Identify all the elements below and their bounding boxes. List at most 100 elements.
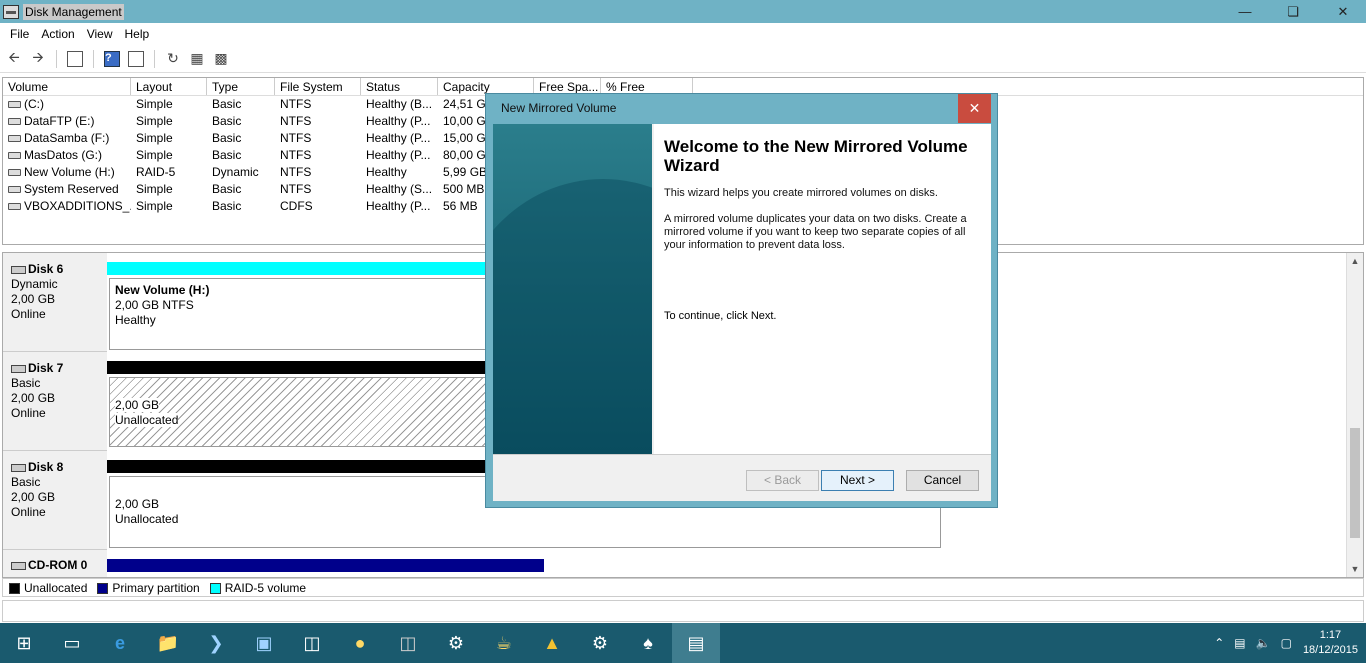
drive-icon	[8, 118, 21, 126]
partition-status: Unallocated	[115, 413, 179, 427]
table-cell: Healthy (P...	[366, 114, 431, 128]
help-icon[interactable]: ?	[102, 49, 122, 69]
column-volume[interactable]: Volume	[3, 78, 131, 95]
hardhat-icon[interactable]: ▲	[528, 623, 576, 663]
next-button[interactable]: Next >	[821, 470, 894, 491]
disk-state: Online	[11, 406, 46, 420]
partition-status: Healthy	[115, 313, 156, 327]
menu-file[interactable]: File	[4, 27, 35, 41]
dialog-title: New Mirrored Volume	[501, 101, 617, 115]
task-view-icon[interactable]: ▭	[48, 623, 96, 663]
animal-app-icon[interactable]: ♠	[624, 623, 672, 663]
table-cell: Basic	[212, 148, 242, 162]
volume-name-cell: New Volume (H:)	[3, 164, 131, 181]
column-status[interactable]: Status	[361, 78, 438, 95]
system-tray: ⌃ ▤ 🔈 ▢ 1:17 18/12/2015	[1209, 623, 1366, 663]
volume-icon[interactable]: 🔈	[1251, 636, 1276, 650]
show-hidden-icons-icon[interactable]: ⌃	[1209, 636, 1229, 650]
column-file-system[interactable]: File System	[275, 78, 361, 95]
scroll-down-icon[interactable]: ▼	[1347, 561, 1363, 577]
disk-size: 2,00 GB	[11, 292, 56, 306]
column-type[interactable]: Type	[207, 78, 275, 95]
taskbar: ⊞ ▭ e 📁 ❯ ▣ ◫ ● ◫ ⚙ ☕ ▲ ⚙ ♠ ▤ ⌃ ▤ 🔈 ▢ 1:…	[0, 623, 1366, 663]
new-mirrored-volume-dialog: New Mirrored Volume ✕ Welcome to the New…	[485, 93, 998, 508]
network-server-icon[interactable]: ◫	[288, 623, 336, 663]
table-cell: Simple	[136, 97, 173, 111]
show-action-pane-icon[interactable]	[126, 49, 146, 69]
disk-6-info[interactable]: Disk 6 Dynamic 2,00 GB Online	[3, 253, 107, 352]
clock[interactable]: 1:17 18/12/2015	[1297, 628, 1366, 658]
refresh-icon[interactable]: ↻	[163, 49, 183, 69]
action-center-icon[interactable]: ▢	[1276, 636, 1297, 650]
powershell-icon[interactable]: ❯	[192, 623, 240, 663]
partition-status: Unallocated	[115, 512, 179, 526]
table-cell: Healthy (P...	[366, 131, 431, 145]
back-arrow-icon[interactable]: 🡨	[4, 49, 24, 69]
start-windows-icon[interactable]: ⊞	[0, 623, 48, 663]
disk-type: Basic	[11, 376, 41, 390]
maximize-button[interactable]: ❏	[1270, 0, 1316, 23]
menu-help[interactable]: Help	[119, 27, 156, 41]
disk-icon	[11, 364, 26, 373]
edge-browser-icon[interactable]: e	[96, 623, 144, 663]
table-cell: Basic	[212, 114, 242, 128]
disk-type: Basic	[11, 475, 41, 489]
menu-view[interactable]: View	[81, 27, 119, 41]
scroll-up-icon[interactable]: ▲	[1347, 253, 1363, 269]
rescan-disks-icon[interactable]: ▦	[187, 49, 207, 69]
show-hide-console-icon[interactable]	[65, 49, 85, 69]
disk-management-taskbar-icon[interactable]: ▤	[672, 623, 720, 663]
disk-8-info[interactable]: Disk 8 Basic 2,00 GB Online	[3, 451, 107, 550]
title-bar: Disk Management — ❏ ✕	[0, 0, 1366, 23]
partition-unallocated-disk7[interactable]: 2,00 GB Unallocated	[109, 377, 489, 447]
column-layout[interactable]: Layout	[131, 78, 207, 95]
server-manager-icon[interactable]: ▣	[240, 623, 288, 663]
table-cell: NTFS	[280, 114, 312, 128]
properties-icon[interactable]: ▩	[211, 49, 231, 69]
settings-gear-icon[interactable]: ⚙	[576, 623, 624, 663]
toolbar-divider	[56, 49, 57, 68]
database-icon[interactable]: ◫	[384, 623, 432, 663]
table-cell: CDFS	[280, 199, 313, 213]
clock-time: 1:17	[1319, 629, 1342, 641]
window-title: Disk Management	[23, 3, 124, 20]
disk-size: 2,00 GB	[11, 490, 56, 504]
disk-7-info[interactable]: Disk 7 Basic 2,00 GB Online	[3, 352, 107, 451]
minimize-button[interactable]: —	[1222, 0, 1268, 23]
clock-date: 18/12/2015	[1302, 644, 1358, 656]
partition-size: 2,00 GB	[115, 497, 160, 511]
table-cell: Healthy (P...	[366, 148, 431, 162]
cancel-button[interactable]: Cancel	[906, 470, 979, 491]
unallocated-bar	[107, 361, 487, 374]
partition-new-volume-h[interactable]: New Volume (H:) 2,00 GB NTFS Healthy	[109, 278, 489, 350]
wizard-intro-text: This wizard helps you create mirrored vo…	[664, 187, 938, 199]
drive-icon	[8, 203, 21, 211]
file-explorer-icon[interactable]: 📁	[144, 623, 192, 663]
table-cell: NTFS	[280, 97, 312, 111]
table-cell: Healthy	[366, 165, 407, 179]
table-cell: NTFS	[280, 131, 312, 145]
services-gears-icon[interactable]: ⚙	[432, 623, 480, 663]
dialog-close-button[interactable]: ✕	[958, 94, 991, 123]
disk-name: Disk 7	[28, 361, 64, 375]
table-cell: Healthy (B...	[366, 97, 433, 111]
network-icon[interactable]: ▤	[1229, 636, 1250, 650]
lightbulb-icon[interactable]: ●	[336, 623, 384, 663]
cdrom-0-row: CD-ROM 0	[3, 550, 1346, 577]
table-cell: Simple	[136, 114, 173, 128]
disk-map-scrollbar[interactable]: ▲ ▼	[1346, 253, 1363, 577]
teapot-icon[interactable]: ☕	[480, 623, 528, 663]
disk-size: 2,00 GB	[11, 391, 56, 405]
cdrom-0-info[interactable]: CD-ROM 0	[3, 550, 107, 577]
disk-icon	[11, 463, 26, 472]
drive-icon	[8, 169, 21, 177]
raid5-volume-bar	[107, 262, 487, 275]
disk-name: Disk 8	[28, 460, 64, 474]
disk-icon	[11, 265, 26, 274]
back-button[interactable]: < Back	[746, 470, 819, 491]
scroll-thumb[interactable]	[1350, 428, 1360, 538]
menu-action[interactable]: Action	[35, 27, 80, 41]
close-button[interactable]: ✕	[1320, 0, 1366, 23]
forward-arrow-icon[interactable]: 🡪	[28, 49, 48, 69]
table-cell: Simple	[136, 182, 173, 196]
